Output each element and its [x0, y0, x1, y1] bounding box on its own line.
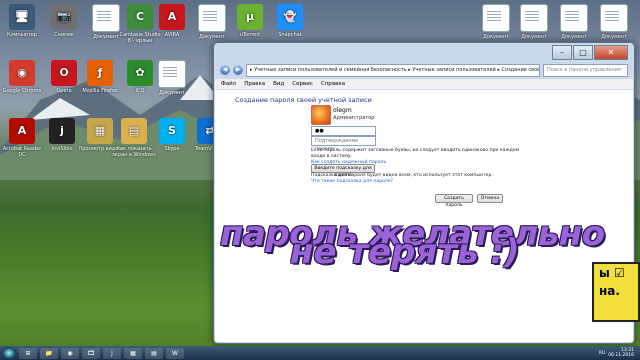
back-arrow-icon[interactable]: ◀	[220, 65, 230, 75]
window-controls: – □ ✕	[552, 45, 628, 60]
desktop-icon-label: Документ	[521, 34, 547, 40]
cancel-button[interactable]: Отмена	[477, 194, 503, 203]
help-text: Если пароль содержит заглавные буквы, их…	[311, 148, 520, 159]
system-tray: RU 13:31 06.11.2016	[599, 348, 640, 358]
address-bar-row: ◀ ▶ ▸ Учетные записи пользователей и сем…	[220, 63, 628, 77]
taskbar-item[interactable]: ▤	[145, 347, 163, 359]
overlay-caption-line2: не терять :)	[290, 232, 520, 272]
taskbar-item[interactable]: 📁	[40, 347, 58, 359]
taskbar-item[interactable]: 🎞	[82, 347, 100, 359]
menu-file[interactable]: Файл	[221, 79, 236, 89]
start-button[interactable]	[2, 347, 16, 359]
yellow-sticker: ы ☑ на.	[592, 262, 640, 322]
hint-link[interactable]: Что такое подсказка для пароля?	[311, 179, 531, 185]
app-icon: S	[159, 118, 185, 144]
desktop-icon[interactable]: 🖥 Компьютер	[0, 4, 44, 38]
password-hint-field[interactable]: Введите подсказку для пароля	[311, 164, 375, 178]
taskbar: ⊞ 📁 ◉ 🎞 j ▦ ▤ W RU 13:31 06.11.2016	[0, 346, 640, 360]
desktop-icon[interactable]: A AVIRA	[150, 4, 194, 38]
menu-edit[interactable]: Правка	[244, 79, 265, 89]
app-icon	[482, 4, 510, 32]
language-indicator[interactable]: RU	[599, 351, 605, 356]
app-icon: ◉	[9, 60, 35, 86]
sticker-line1: ы ☑	[599, 266, 625, 280]
desktop-icon-label: Google Chrome	[2, 88, 42, 94]
desktop-icon[interactable]: ƒ Mozilla Firefox	[78, 60, 122, 94]
desktop-icon[interactable]: 👻 Snapchat	[268, 4, 312, 38]
app-icon	[198, 4, 226, 32]
app-icon: 👻	[277, 4, 303, 30]
app-icon	[158, 60, 186, 88]
desktop-icon[interactable]: Документ	[592, 4, 636, 40]
menu-bar: Файл Правка Вид Сервис Справка	[215, 79, 633, 89]
desktop-icon[interactable]: µ uTorrent	[228, 4, 272, 38]
desktop-icon-label: AVIRA	[164, 32, 180, 38]
desktop-icon-label: Документ	[159, 90, 185, 96]
page-title: Создание пароля своей учетной записи	[235, 96, 372, 104]
app-icon	[600, 4, 628, 32]
app-icon: A	[9, 118, 35, 144]
app-icon: ▤	[121, 118, 147, 144]
taskbar-item[interactable]: ⊞	[19, 347, 37, 359]
taskbar-item[interactable]: ◉	[61, 347, 79, 359]
desktop-icon-label: uTorrent	[239, 32, 261, 38]
app-icon	[92, 4, 120, 32]
menu-help[interactable]: Справка	[321, 79, 345, 89]
control-panel-window: – □ ✕ ◀ ▶ ▸ Учетные записи пользователей…	[213, 42, 635, 344]
desktop-icon-label: Снимок	[54, 32, 74, 38]
user-name: olegm	[333, 107, 352, 114]
forward-arrow-icon[interactable]: ▶	[233, 65, 243, 75]
desktop-icon[interactable]: Документ	[552, 4, 596, 40]
confirm-password-field[interactable]: Подтверждение пароля	[311, 136, 376, 152]
menu-view[interactable]: Вид	[273, 79, 284, 89]
desktop-icon[interactable]: Документ	[150, 60, 194, 96]
address-bar[interactable]: ▸ Учетные записи пользователей и семейна…	[246, 63, 540, 77]
menu-tools[interactable]: Сервис	[292, 79, 313, 89]
desktop-icon[interactable]: 📷 Снимок	[42, 4, 86, 38]
close-button[interactable]: ✕	[594, 45, 628, 60]
sticker-line2: на.	[599, 284, 620, 298]
app-icon: ▦	[87, 118, 113, 144]
window-titlebar[interactable]: – □ ✕	[214, 43, 634, 63]
taskbar-item[interactable]: ▦	[124, 347, 142, 359]
app-icon: j	[49, 118, 75, 144]
taskbar-items: ⊞ 📁 ◉ 🎞 j ▦ ▤ W	[19, 347, 184, 359]
app-icon: ƒ	[87, 60, 113, 86]
hint-help: Подсказка для пароля будет видна всем, к…	[311, 173, 531, 185]
taskbar-item[interactable]: j	[103, 347, 121, 359]
app-icon: A	[159, 4, 185, 30]
minimize-button[interactable]: –	[552, 45, 572, 60]
user-avatar	[311, 105, 331, 125]
desktop-icon[interactable]: Документ	[512, 4, 556, 40]
user-role: Администратор	[333, 115, 375, 121]
app-icon	[560, 4, 588, 32]
maximize-button[interactable]: □	[573, 45, 593, 60]
desktop-icon-label: Mozilla Firefox	[82, 88, 118, 94]
taskbar-item[interactable]: W	[166, 347, 184, 359]
app-icon: 🖥	[9, 4, 35, 30]
desktop-icon[interactable]: ◉ Google Chrome	[0, 60, 44, 94]
create-password-button[interactable]: Создать пароль	[435, 194, 473, 208]
tray-date[interactable]: 06.11.2016	[608, 353, 634, 358]
desktop-icon-label: Документ	[561, 34, 587, 40]
desktop-icon-label: Snapchat	[278, 32, 302, 38]
app-icon: O	[51, 60, 77, 86]
desktop-icon-label: Документ	[601, 34, 627, 40]
new-password-field[interactable]: ●●	[311, 126, 376, 136]
desktop-icon-label: Acrobat Reader DC	[2, 146, 42, 158]
app-icon	[520, 4, 548, 32]
app-icon: µ	[237, 4, 263, 30]
desktop-icon-label: Компьютер	[7, 32, 37, 38]
desktop-icon[interactable]: A Acrobat Reader DC	[0, 118, 44, 158]
search-input[interactable]: Поиск в панели управления	[543, 63, 628, 77]
app-icon: 📷	[51, 4, 77, 30]
